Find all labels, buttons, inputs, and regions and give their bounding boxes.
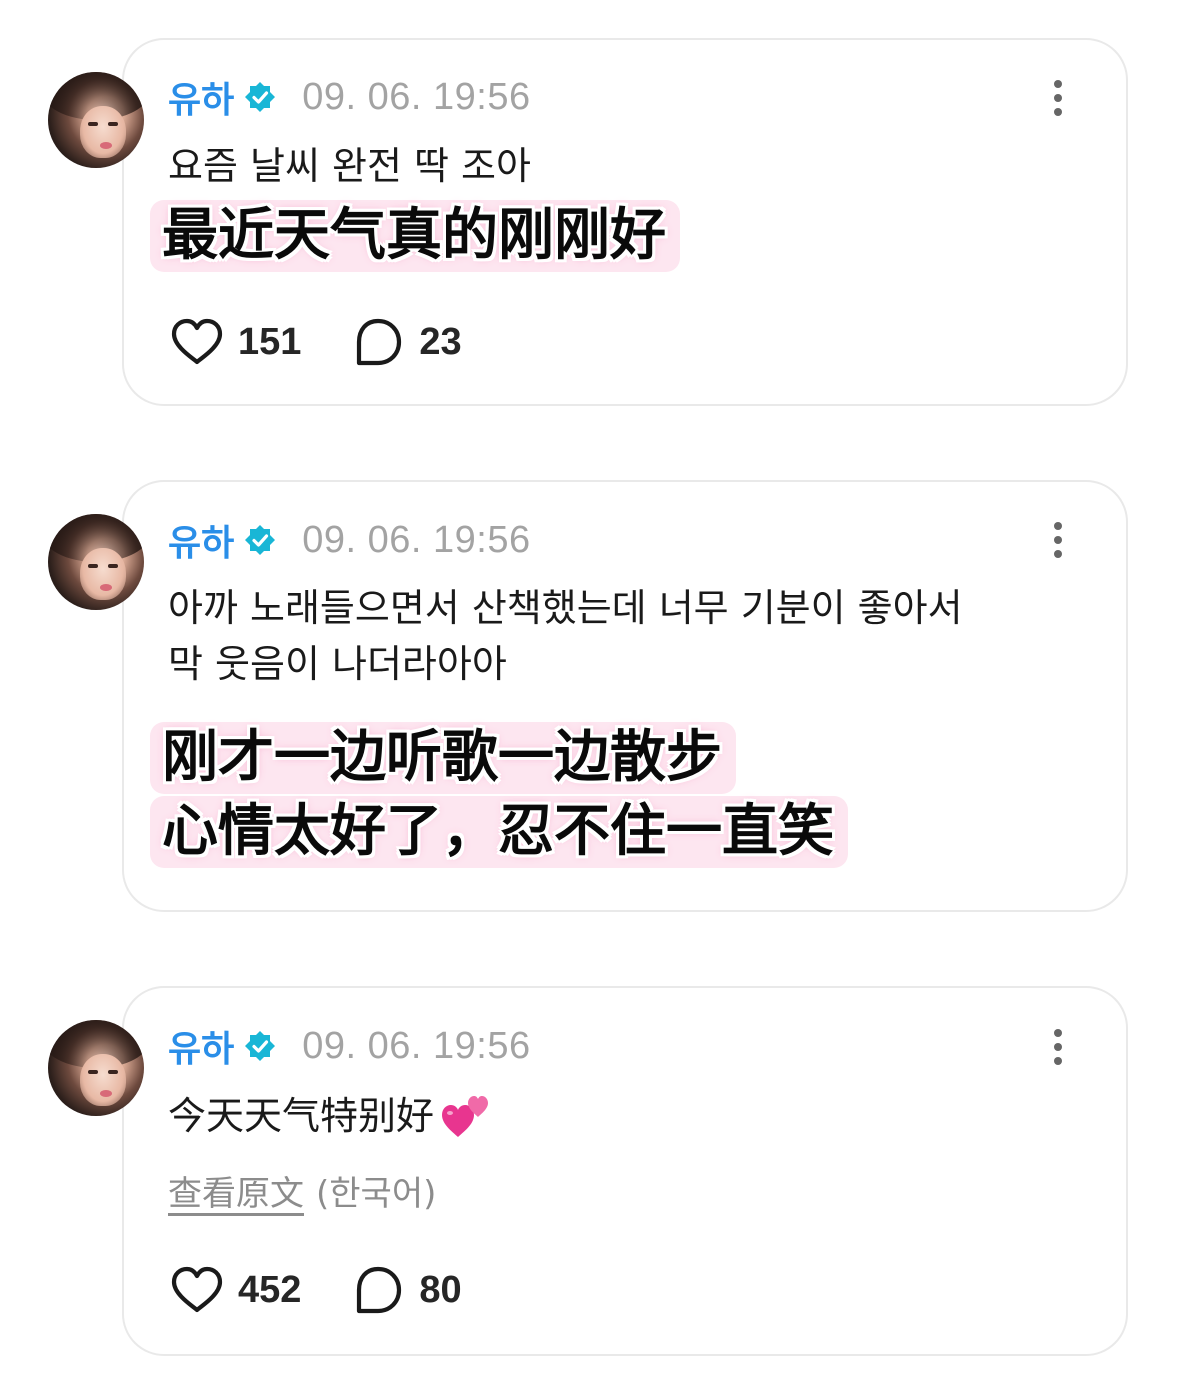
heart-icon[interactable]: [170, 317, 224, 367]
verified-badge-icon: [245, 1031, 276, 1061]
post-header: 유하 09. 06. 19:56: [168, 515, 531, 565]
post-actions: 452 80: [170, 1262, 462, 1318]
avatar[interactable]: [48, 72, 144, 168]
post-timestamp: 09. 06. 19:56: [302, 518, 531, 561]
caption-overlay: 最近天气真的刚刚好: [150, 200, 680, 272]
caption-line: 心情太好了，忍不住一直笑: [150, 796, 848, 868]
original-language: (한국어): [316, 1174, 437, 1214]
author-name[interactable]: 유하: [168, 1020, 234, 1072]
post-text-line: 막 웃음이 나더라아아: [168, 642, 507, 686]
post-header: 유하 09. 06. 19:56: [168, 1021, 531, 1071]
author-name[interactable]: 유하: [168, 514, 234, 566]
post-text-line: 요즘 날씨 완전 딱 조아: [168, 144, 531, 188]
comment-count: 23: [419, 320, 462, 363]
caption-overlay: 刚才一边听歌一边散步 心情太好了，忍不住一直笑: [150, 722, 848, 868]
heart-icon[interactable]: [170, 1265, 224, 1315]
two-hearts-emoji-icon: [442, 1096, 489, 1137]
more-options-icon[interactable]: [1046, 1025, 1070, 1069]
post-actions: 151 23: [170, 314, 462, 370]
translated-text: 今天天气特别好: [168, 1088, 492, 1144]
post-header: 유하 09. 06. 19:56: [168, 72, 531, 122]
comment-count: 80: [419, 1268, 462, 1311]
feed: 유하 09. 06. 19:56 요즘 날씨 완전 딱 조아 最近天气真的刚刚好…: [0, 0, 1179, 1387]
like-count: 151: [238, 320, 302, 363]
avatar[interactable]: [48, 1020, 144, 1116]
post-timestamp: 09. 06. 19:56: [302, 75, 531, 118]
post-text: 아까 노래들으면서 산책했는데 너무 기분이 좋아서 막 웃음이 나더라아아: [168, 580, 963, 692]
post-text: 요즘 날씨 완전 딱 조아: [168, 138, 531, 194]
see-original-link[interactable]: 查看原文: [168, 1166, 304, 1215]
more-options-icon[interactable]: [1046, 76, 1070, 120]
author-name[interactable]: 유하: [168, 71, 234, 123]
post-timestamp: 09. 06. 19:56: [302, 1024, 531, 1067]
post-text-line: 아까 노래들으면서 산책했는데 너무 기분이 좋아서: [168, 586, 963, 630]
avatar[interactable]: [48, 514, 144, 610]
like-count: 452: [238, 1268, 302, 1311]
translated-text-content: 今天天气特别好: [168, 1094, 435, 1138]
comment-bubble-icon[interactable]: [351, 1265, 405, 1315]
see-original: 查看原文 (한국어): [168, 1166, 436, 1215]
caption-line: 刚才一边听歌一边散步: [150, 722, 736, 794]
verified-badge-icon: [245, 82, 276, 112]
more-options-icon[interactable]: [1046, 518, 1070, 562]
caption-line: 最近天气真的刚刚好: [150, 200, 680, 272]
verified-badge-icon: [245, 525, 276, 555]
comment-bubble-icon[interactable]: [351, 317, 405, 367]
